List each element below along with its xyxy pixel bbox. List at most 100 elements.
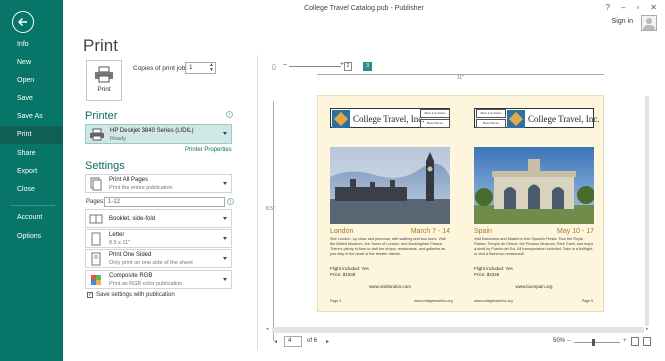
footer-url: www.collegetravelinc.org (474, 299, 513, 303)
color-title: Composite RGB (109, 273, 153, 279)
booklet-icon (89, 214, 103, 224)
preview-status-bar: ◂ 4 of 6 ▸ 50% – + (262, 335, 655, 349)
nav-new[interactable]: New (0, 54, 63, 72)
backstage-nav: Info New Open Save Save As Print Share E… (0, 0, 63, 361)
scroll-right-icon[interactable]: ▸ (646, 326, 649, 332)
printer-status: Ready (110, 136, 126, 142)
page-slider[interactable] (289, 66, 341, 67)
trip-details: Flight included: Yes Price: $1938 (330, 266, 369, 278)
page-number: Page 5 (582, 299, 594, 303)
zoom-out-icon[interactable]: – (283, 61, 287, 68)
next-page-icon[interactable]: ▸ (326, 338, 329, 345)
title-bar: College Travel Catalog.pub - Publisher ?… (63, 0, 665, 16)
printer-icon (95, 66, 113, 83)
zoom-slider[interactable] (574, 339, 620, 346)
restore-button[interactable]: ▫ (636, 3, 639, 12)
preview-sheet: College Travel, Inc. Best Locations Best… (317, 95, 604, 312)
copies-label: Copies of print job: (133, 65, 188, 72)
back-arrow-icon[interactable] (12, 11, 34, 33)
user-icon (643, 18, 655, 30)
color-subtitle: Print as RGB color publication. (109, 281, 184, 287)
layout-dropdown[interactable]: Booklet, side-fold (85, 209, 232, 228)
zoom-in-icon[interactable]: + (623, 338, 627, 344)
horizontal-scrollbar[interactable] (272, 327, 644, 333)
zoom-level: 50% (553, 338, 566, 344)
pages-label: Pages: (86, 199, 105, 205)
close-button[interactable]: ✕ (650, 3, 657, 12)
help-button[interactable]: ? (606, 3, 610, 12)
info-icon[interactable]: i (227, 198, 234, 205)
current-page-input[interactable]: 4 (284, 336, 302, 347)
printer-icon (90, 128, 104, 141)
ruler-width-label: 11" (457, 75, 464, 81)
pane-divider (257, 55, 258, 350)
destination-date: March 7 - 14 (410, 228, 450, 235)
nav-info[interactable]: Info (0, 36, 63, 54)
previous-page-icon[interactable]: ◂ (274, 338, 277, 345)
nav-close[interactable]: Close (0, 181, 63, 199)
brand-name: College Travel, Inc. (353, 114, 425, 124)
chevron-down-icon (223, 182, 227, 185)
nav-account[interactable]: Account (0, 209, 63, 227)
save-settings-checkbox[interactable]: ✓ (87, 292, 93, 298)
destination-city: Spain (474, 228, 492, 235)
scrollbar-thumb[interactable] (645, 96, 649, 326)
minimize-button[interactable]: – (621, 3, 625, 12)
nav-print[interactable]: Print (0, 126, 63, 144)
logo-icon (507, 110, 525, 128)
logo-icon (332, 110, 350, 128)
zoom-out-icon[interactable]: – (567, 338, 570, 344)
destination-url: www.tourspain.org (515, 284, 553, 289)
printer-name: HP Deskjet 3840 Series (LIDIL) (110, 128, 194, 134)
destination-description: Visit Barcelona and Madrid in this Spani… (474, 237, 594, 256)
print-preview: ▯ – + 2 3 11" 8.5" College Travel, Inc. … (262, 56, 655, 350)
page-view-icon[interactable]: ▯ (272, 63, 276, 71)
pages-input[interactable]: 1-12 (104, 197, 225, 207)
sign-in-link[interactable]: Sign in (612, 18, 633, 25)
fit-page-icon[interactable] (631, 337, 639, 346)
settings-heading: Settings (85, 160, 125, 172)
pages-icon (90, 177, 102, 191)
paper-size-subtitle: 8.5 x 11" (109, 240, 131, 246)
multi-page-view-icon[interactable] (643, 337, 651, 346)
best-prices-tag: Best Prices (420, 119, 450, 128)
chevron-down-icon (223, 237, 227, 240)
paper-icon (91, 232, 101, 246)
print-range-dropdown[interactable]: Print All Pages Print the entire publica… (85, 174, 232, 193)
color-dropdown[interactable]: Composite RGB Print as RGB color publica… (85, 270, 232, 289)
nav-options[interactable]: Options (0, 228, 63, 246)
destination-description: See London, up close and personal, with … (330, 237, 446, 256)
footer-url: www.collegetravelinc.org (414, 299, 453, 303)
layout-value: Booklet, side-fold (109, 216, 156, 222)
copies-spinner[interactable]: ▲ ▼ (209, 63, 214, 73)
destination-heading: London March 7 - 14 (330, 228, 450, 235)
madrid-photo (474, 147, 594, 224)
avatar[interactable] (641, 15, 657, 31)
info-icon[interactable]: i (226, 111, 233, 118)
nav-open[interactable]: Open (0, 72, 63, 90)
multi-page-button[interactable]: 3 (363, 62, 372, 71)
printer-properties-link[interactable]: Printer Properties (185, 147, 232, 153)
copies-input[interactable]: 1 ▲ ▼ (185, 62, 216, 74)
scroll-left-icon[interactable]: ◂ (266, 326, 269, 332)
page-title: Print (83, 36, 118, 55)
print-button[interactable]: Print (86, 60, 122, 101)
zoom-slider-knob[interactable] (592, 339, 595, 346)
nav-save[interactable]: Save (0, 90, 63, 108)
destination-date: May 10 - 17 (557, 228, 594, 235)
destination-heading: Spain May 10 - 17 (474, 228, 594, 235)
sides-dropdown[interactable]: Print One Sided Only print on one side o… (85, 249, 232, 268)
vertical-scrollbar[interactable] (644, 96, 650, 326)
nav-save-as[interactable]: Save As (0, 108, 63, 126)
nav-export[interactable]: Export (0, 163, 63, 181)
save-settings-label: Save settings with publication (96, 292, 175, 298)
printer-dropdown[interactable]: HP Deskjet 3840 Series (LIDIL) Ready (85, 124, 232, 144)
best-prices-tag: Best Prices (476, 119, 506, 128)
paper-size-dropdown[interactable]: Letter 8.5 x 11" (85, 229, 232, 248)
nav-share[interactable]: Share (0, 145, 63, 163)
sides-subtitle: Only print on one side of the sheet (109, 260, 193, 266)
destination-city: London (330, 228, 354, 235)
trip-details: Flight included: Yes Price: $2348 (474, 266, 513, 278)
paper-size-title: Letter (109, 232, 125, 238)
single-page-button[interactable]: 2 (344, 62, 352, 71)
